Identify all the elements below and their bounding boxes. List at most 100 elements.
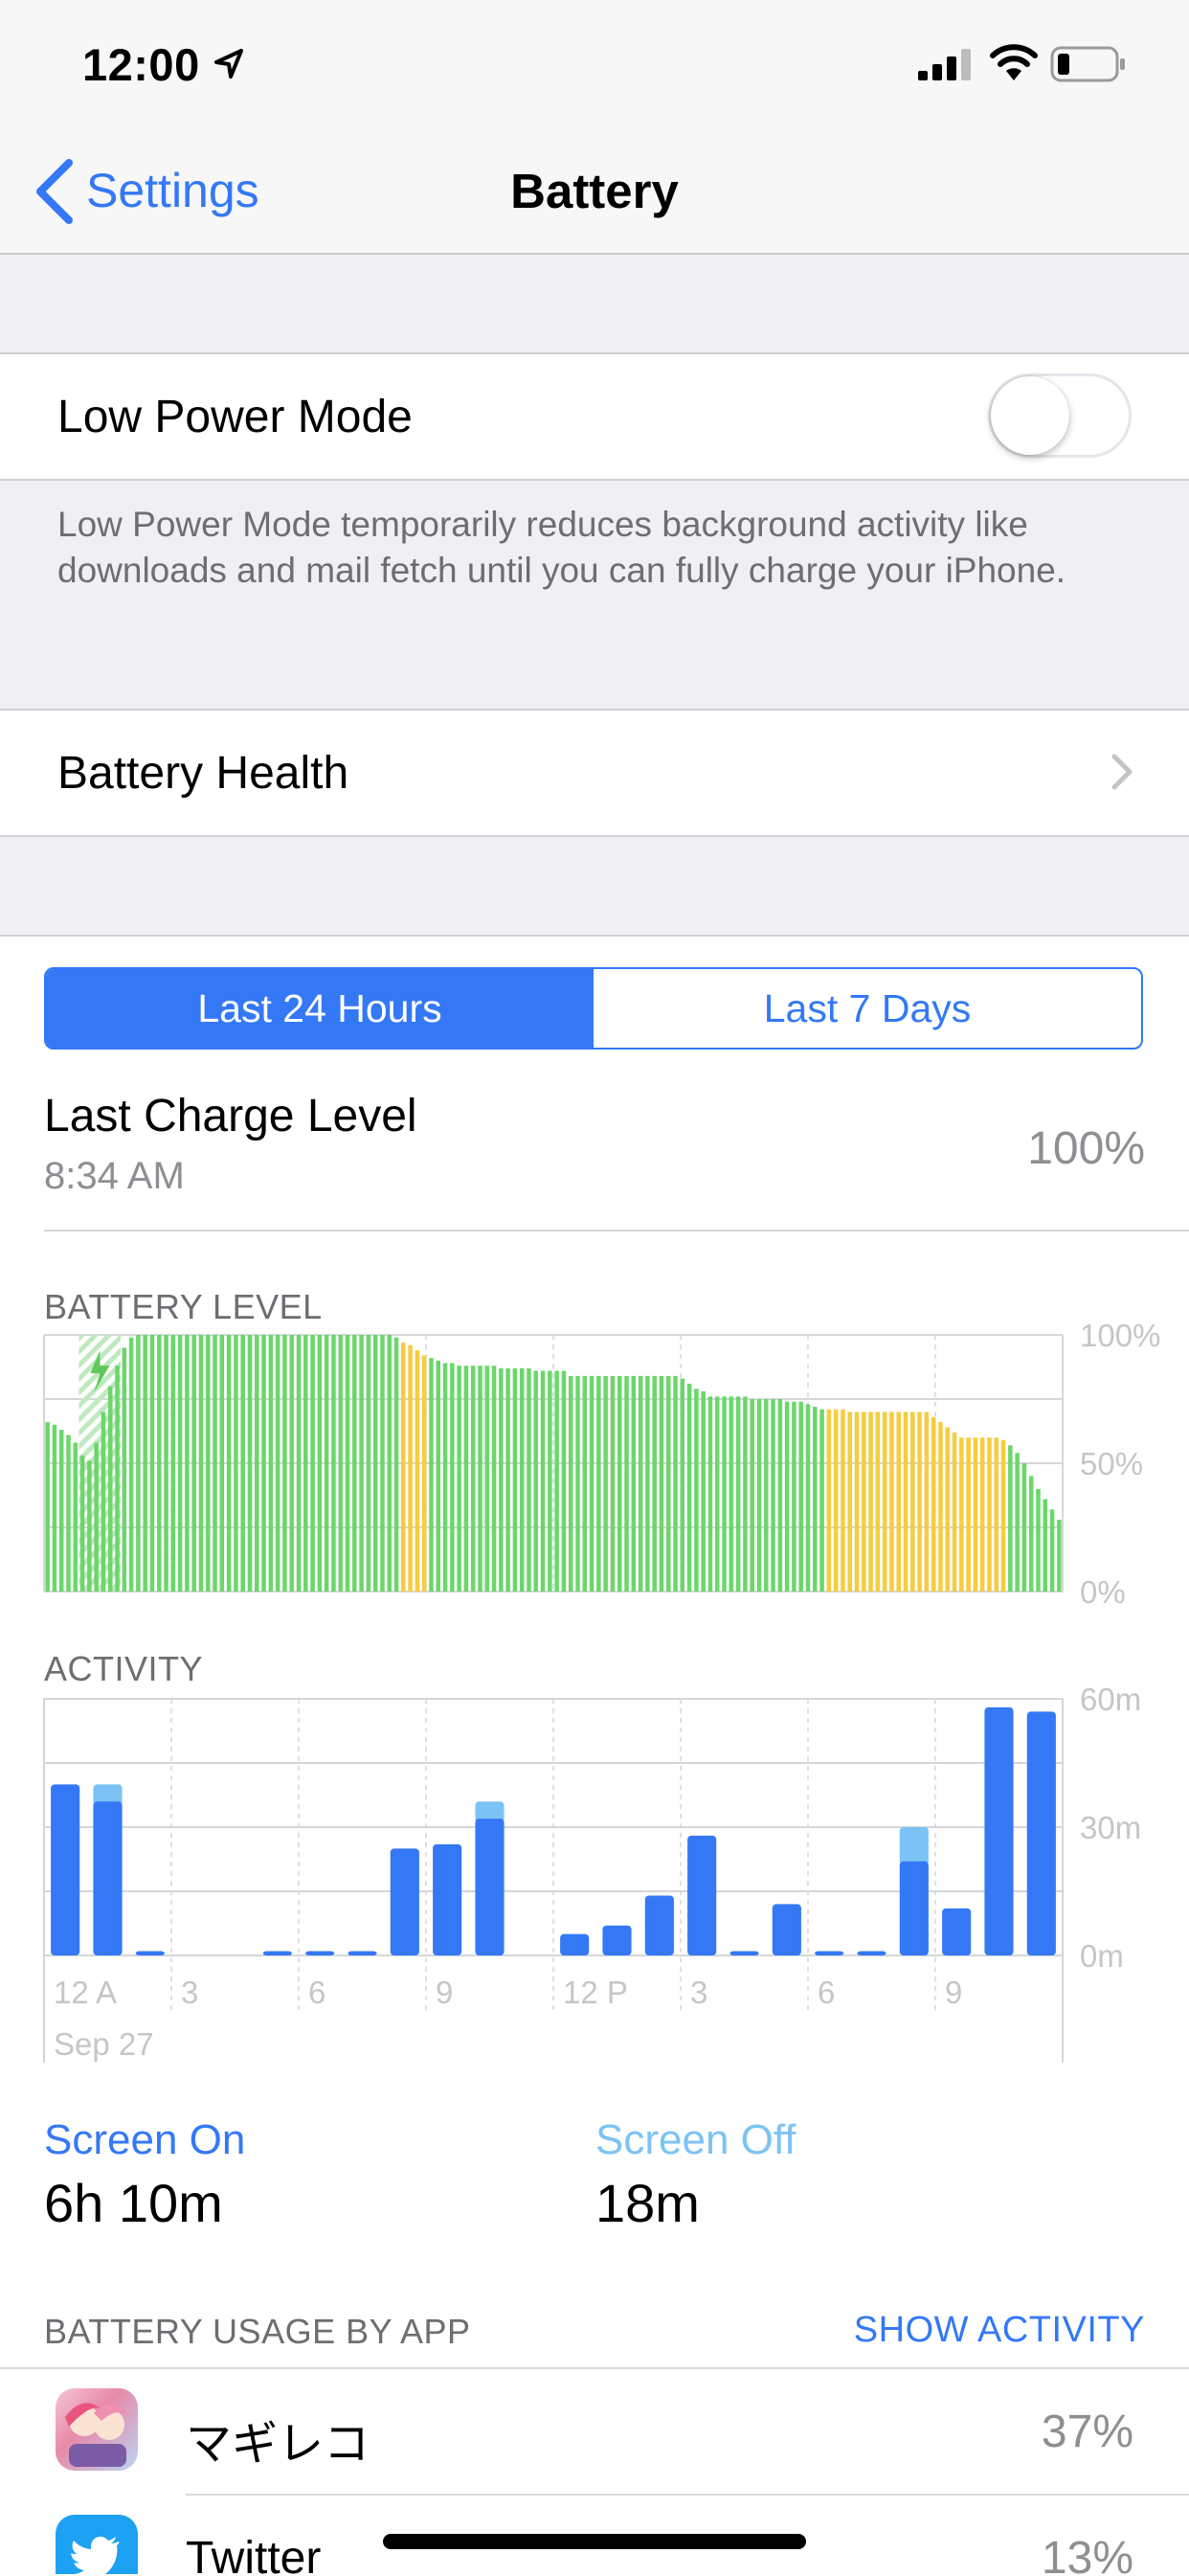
battery-level-bar <box>143 1335 147 1592</box>
battery-level-bar <box>512 1367 518 1592</box>
twitter-bird-icon <box>56 2515 138 2574</box>
activity-tick-label: 60m <box>1080 1682 1142 1717</box>
battery-health-label: Battery Health <box>57 748 349 799</box>
battery-level-bar <box>645 1375 650 1592</box>
show-activity-button[interactable]: SHOW ACTIVITY <box>823 2310 1145 2351</box>
battery-level-bar <box>289 1335 294 1592</box>
battery-level-bar <box>533 1370 539 1592</box>
time-range-segmented-control[interactable]: Last 24 Hours Last 7 Days <box>44 967 1143 1050</box>
battery-level-bar <box>1049 1509 1055 1592</box>
battery-level-bar <box>499 1367 504 1592</box>
battery-level-bar <box>366 1335 371 1592</box>
battery-level-bar <box>966 1437 971 1592</box>
low-power-mode-label: Low Power Mode <box>57 392 413 442</box>
battery-level-bar <box>798 1401 803 1592</box>
battery-level-bar <box>665 1375 671 1592</box>
battery-level-bar <box>589 1375 594 1592</box>
battery-level-bar <box>1057 1519 1062 1592</box>
battery-level-bar <box>457 1366 461 1592</box>
battery-level-bar <box>66 1435 71 1592</box>
x-tick-label: 3 <box>690 1975 707 2010</box>
app-name: Twitter <box>186 2533 322 2574</box>
battery-level-bar <box>45 1422 50 1592</box>
chevron-right-icon <box>1111 754 1133 790</box>
battery-level-bar <box>903 1412 909 1592</box>
battery-level-bar <box>310 1335 315 1592</box>
screen-on-bar <box>1026 1711 1056 1955</box>
battery-level-bar <box>345 1335 350 1592</box>
battery-level-bar <box>792 1401 796 1592</box>
battery-level-bar <box>491 1366 497 1592</box>
battery-level-bar <box>122 1347 127 1592</box>
level-tick-label: 100% <box>1080 1318 1161 1353</box>
battery-level-bar <box>826 1409 832 1592</box>
battery-level-bar <box>170 1335 176 1592</box>
screen-on-bar <box>644 1895 674 1955</box>
battery-level-bar <box>841 1409 845 1592</box>
battery-level-bar <box>401 1343 406 1592</box>
battery-level-bar <box>219 1335 225 1592</box>
battery-level-bar <box>408 1344 413 1592</box>
screen-on-bar <box>942 1908 972 1955</box>
charging-region <box>79 1335 122 1592</box>
battery-level-bar <box>268 1335 274 1592</box>
battery-level-bar <box>554 1370 559 1592</box>
battery-level-bar <box>303 1335 308 1592</box>
battery-level-bar <box>94 1442 99 1592</box>
battery-level-bar <box>185 1335 190 1592</box>
screen-on-bar <box>729 1951 759 1955</box>
battery-level-bar <box>338 1335 343 1592</box>
battery-level-bar <box>715 1396 720 1592</box>
x-tick-label: 6 <box>308 1975 325 2010</box>
low-power-mode-footer: Low Power Mode temporarily reduces backg… <box>57 505 1066 590</box>
battery-level-bar <box>234 1335 238 1592</box>
x-tick-label: 12 P <box>563 1975 628 2010</box>
battery-level-bar <box>372 1335 378 1592</box>
screen-on-bar <box>51 1784 80 1955</box>
battery-level-bar <box>352 1335 357 1592</box>
battery-health-row[interactable]: Battery Health <box>0 709 1189 837</box>
battery-level-bar <box>686 1383 692 1592</box>
screen-on-value: 6h 10m <box>44 2173 223 2233</box>
battery-level-bar <box>938 1422 943 1592</box>
battery-level-bar <box>952 1432 957 1592</box>
battery-level-bar <box>442 1363 448 1592</box>
tab-last-24-hours[interactable]: Last 24 Hours <box>46 969 594 1048</box>
battery-level-bar <box>756 1399 762 1592</box>
battery-level-bar <box>596 1375 601 1592</box>
battery-level-bar <box>931 1416 936 1592</box>
battery-level-bar <box>478 1366 482 1592</box>
battery-level-bar <box>889 1412 894 1592</box>
battery-level-bar <box>282 1335 287 1592</box>
usage-by-app-header: BATTERY USAGE BY APP <box>44 2312 471 2351</box>
location-arrow-icon <box>214 49 243 79</box>
battery-level-bar <box>805 1404 811 1592</box>
battery-level-bar <box>784 1401 790 1592</box>
battery-level-bar <box>652 1375 657 1592</box>
battery-level-bar <box>317 1335 323 1592</box>
battery-level-bar <box>707 1396 713 1592</box>
app-row[interactable]: マギレコ 37% <box>0 2369 1189 2494</box>
screen-on-bar <box>433 1843 462 1955</box>
battery-level-bar <box>750 1399 754 1592</box>
battery-level-bar <box>610 1375 616 1592</box>
battery-level-bar <box>722 1396 727 1592</box>
battery-level-bar <box>58 1430 64 1592</box>
battery-level-bar <box>987 1437 992 1592</box>
battery-level-bar <box>484 1366 490 1592</box>
battery-level-bar <box>107 1386 113 1592</box>
battery-level-bar <box>680 1378 685 1592</box>
level-tick-label: 0% <box>1080 1574 1126 1610</box>
battery-icon <box>1050 46 1125 82</box>
low-power-mode-toggle[interactable] <box>988 373 1132 458</box>
battery-level-bar <box>575 1375 580 1592</box>
x-tick-label: 3 <box>181 1975 198 2010</box>
level-tick-label: 50% <box>1080 1446 1144 1481</box>
battery-level-bar <box>875 1412 881 1592</box>
battery-level-bar <box>819 1409 824 1592</box>
battery-level-bar <box>624 1375 629 1592</box>
tab-last-7-days[interactable]: Last 7 Days <box>594 969 1141 1048</box>
date-label: Sep 27 <box>54 2026 154 2062</box>
screen-off-value: 18m <box>595 2173 700 2233</box>
battery-level-bar <box>582 1375 588 1592</box>
